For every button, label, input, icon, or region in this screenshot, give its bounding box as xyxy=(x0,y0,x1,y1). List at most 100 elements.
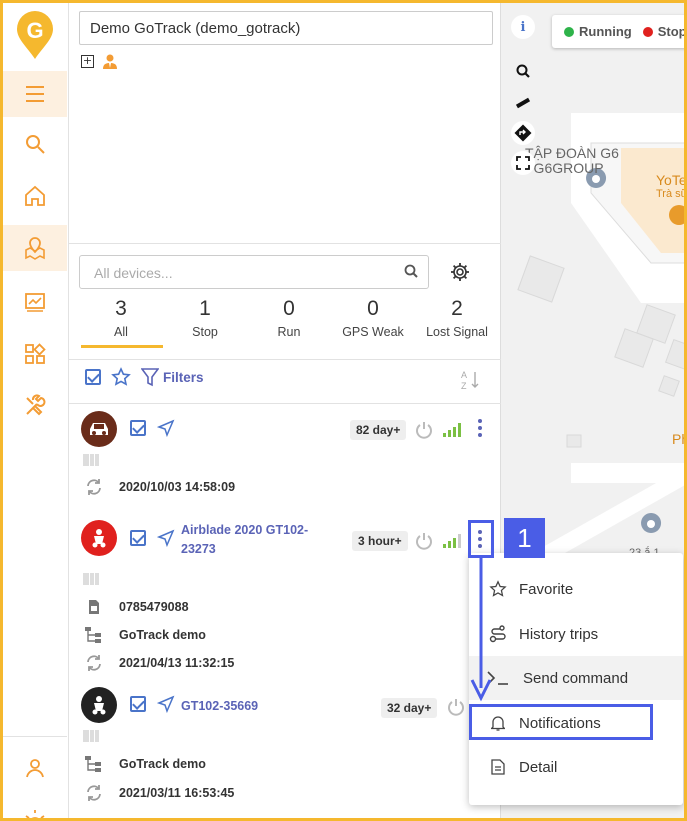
device-checkbox[interactable] xyxy=(130,530,146,546)
notifications-highlight-box xyxy=(469,704,653,740)
map-poi-2-line-2: Trà sữ xyxy=(656,188,687,200)
device-name-line-2: 23273 xyxy=(181,542,216,556)
device-timestamp: 2021/04/13 11:32:15 xyxy=(119,656,235,670)
menu-item-send-command-label: Send command xyxy=(523,669,629,687)
gotrack-logo: G xyxy=(17,11,53,59)
app-frame: G Demo GoTrack (demo_gotrack) + All devi… xyxy=(0,0,687,821)
device-name[interactable]: GT102-35669 xyxy=(181,697,258,716)
sync-icon xyxy=(87,785,101,801)
filters-button[interactable]: Filters xyxy=(163,370,204,385)
search-icon[interactable] xyxy=(404,264,418,278)
expand-tree-icon[interactable]: + xyxy=(81,54,94,68)
device-more-menu-icon[interactable] xyxy=(472,417,488,439)
toolbar-divider xyxy=(69,403,501,404)
sync-icon xyxy=(87,655,101,671)
barcode-icon xyxy=(83,454,99,466)
scooter-avatar-icon xyxy=(81,520,117,556)
device-group-row: GoTrack demo xyxy=(83,756,206,772)
signal-strength-icon xyxy=(443,534,461,548)
signal-strength-icon xyxy=(443,423,461,437)
device-phone-row: 0785479088 xyxy=(83,599,189,615)
count-all[interactable]: 3 All xyxy=(79,297,163,339)
device-name[interactable]: Airblade 2020 GT102- 23273 xyxy=(181,521,308,559)
device-search-input[interactable]: All devices... xyxy=(79,255,429,289)
device-phone: 0785479088 xyxy=(119,600,189,614)
device-checkbox[interactable] xyxy=(130,420,146,436)
count-lost-signal[interactable]: 2 Lost Signal xyxy=(415,297,499,339)
menu-item-detail-label: Detail xyxy=(519,758,558,776)
barcode-icon xyxy=(83,573,99,585)
count-lost-signal-value: 2 xyxy=(451,297,463,320)
sidebar-search-icon[interactable] xyxy=(3,121,67,167)
count-all-label: All xyxy=(114,325,128,339)
menu-item-send-command[interactable]: Send command xyxy=(469,656,683,700)
count-gps-weak-label: GPS Weak xyxy=(342,325,404,339)
map-poi-label-3: Phi xyxy=(672,431,684,447)
fullscreen-icon[interactable] xyxy=(511,151,535,175)
sidebar-home-icon[interactable] xyxy=(3,173,67,219)
map-poi-line-1: TẬP ĐOÀN G6 xyxy=(525,145,619,161)
count-lost-signal-label: Lost Signal xyxy=(426,325,488,339)
power-icon xyxy=(416,422,432,439)
sidebar-menu-icon[interactable] xyxy=(3,71,67,117)
menu-item-favorite[interactable]: Favorite xyxy=(469,567,683,611)
sidebar-tools-icon[interactable] xyxy=(3,383,67,429)
map-poi-2-line-1: YoTe xyxy=(656,172,687,188)
group-tree-icon xyxy=(85,756,101,772)
user-account-icon[interactable] xyxy=(102,53,118,69)
offline-duration-badge: 3 hour+ xyxy=(352,531,408,551)
status-counts: 3 All 1 Stop 0 Run 0 GPS Weak 2 Lost Signal xyxy=(79,297,499,339)
locate-arrow-icon[interactable] xyxy=(157,695,175,713)
stop-dot xyxy=(642,26,653,37)
sidebar-alarm-icon[interactable] xyxy=(3,795,67,818)
menu-item-detail[interactable]: Detail xyxy=(469,745,683,789)
sidebar-map-route-icon[interactable] xyxy=(3,225,67,271)
info-icon[interactable]: i xyxy=(511,15,535,39)
active-tab-underline xyxy=(81,345,163,348)
filter-icon[interactable] xyxy=(141,367,159,387)
count-gps-weak[interactable]: 0 GPS Weak xyxy=(331,297,415,339)
svg-text:G: G xyxy=(26,18,43,43)
menu-item-history-trips-label: History trips xyxy=(519,625,599,643)
count-gps-weak-value: 0 xyxy=(367,297,379,320)
count-stop-label: Stop xyxy=(192,325,218,339)
count-run[interactable]: 0 Run xyxy=(247,297,331,339)
ruler-icon[interactable] xyxy=(511,91,535,115)
select-all-checkbox[interactable] xyxy=(85,369,101,385)
scooter-avatar-icon xyxy=(81,687,117,723)
device-timestamp-row: 2021/03/11 16:53:45 xyxy=(83,784,234,802)
list-toolbar: Filters xyxy=(85,367,204,387)
tree-toolbar: + xyxy=(81,53,118,69)
device-name-line-1: Airblade 2020 GT102- xyxy=(181,523,309,537)
map-poi-line-2: - G6GROUP xyxy=(525,160,604,176)
sim-card-icon xyxy=(89,600,99,614)
count-run-value: 0 xyxy=(283,297,295,320)
map-status-legend: Running Stop xyxy=(552,15,684,48)
step-number-tag: 1 xyxy=(504,518,545,558)
directions-icon[interactable] xyxy=(511,121,535,145)
favorite-star-icon[interactable] xyxy=(111,367,131,387)
callout-arrow xyxy=(470,556,492,702)
document-icon xyxy=(491,759,505,775)
device-timestamp: 2021/03/11 16:53:45 xyxy=(119,786,235,800)
sidebar-user-icon[interactable] xyxy=(3,745,67,791)
locate-arrow-icon[interactable] xyxy=(157,419,175,437)
power-icon xyxy=(416,533,432,550)
settings-gear-icon[interactable] xyxy=(450,262,470,282)
sidebar-dashboard-icon[interactable] xyxy=(3,331,67,377)
sidebar-report-icon[interactable] xyxy=(3,279,67,325)
device-timestamp-row: 2021/04/13 11:32:15 xyxy=(83,654,234,672)
menu-item-history-trips[interactable]: History trips xyxy=(469,612,683,656)
legend-running: Running xyxy=(579,24,632,39)
device-search-placeholder: All devices... xyxy=(94,265,173,281)
count-stop[interactable]: 1 Stop xyxy=(163,297,247,339)
account-selector[interactable]: Demo GoTrack (demo_gotrack) xyxy=(79,11,493,45)
locate-arrow-icon[interactable] xyxy=(157,529,175,547)
offline-duration-badge: 32 day+ xyxy=(381,698,438,718)
sort-az-icon[interactable]: A Z xyxy=(459,369,481,391)
device-checkbox[interactable] xyxy=(130,696,146,712)
section-divider xyxy=(69,243,501,244)
device-group: GoTrack demo xyxy=(119,628,206,642)
map-search-icon[interactable] xyxy=(511,59,535,83)
car-avatar-icon xyxy=(81,411,117,447)
